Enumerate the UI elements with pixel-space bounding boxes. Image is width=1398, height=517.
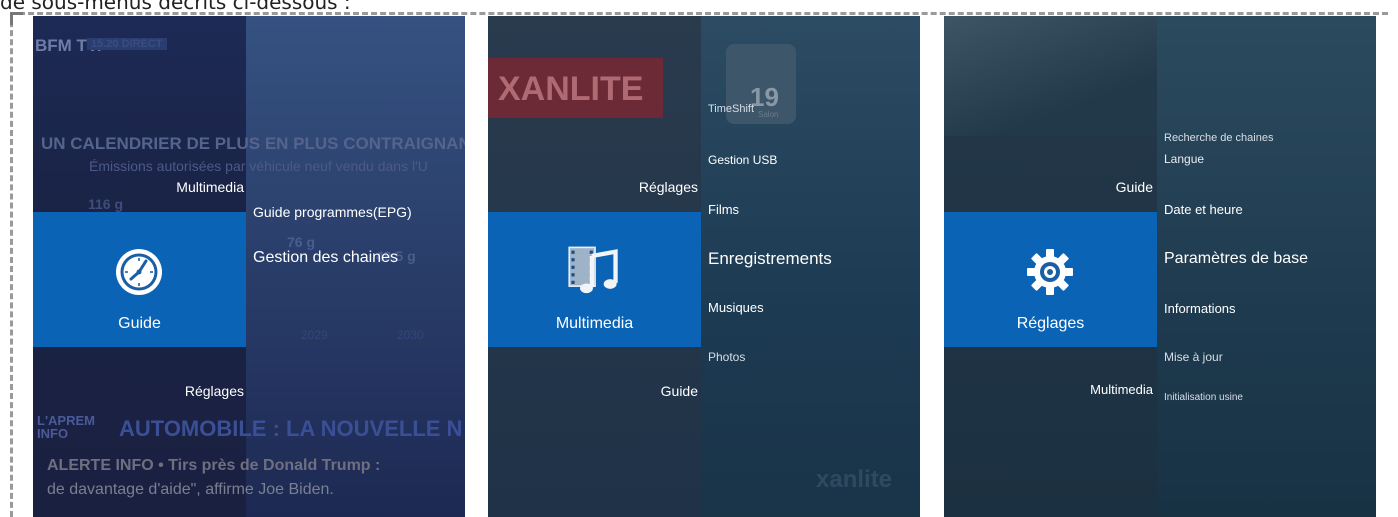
dashed-border-left bbox=[10, 12, 13, 517]
menu-tile-settings[interactable]: Réglages bbox=[944, 212, 1157, 347]
tile-label: Réglages bbox=[1016, 315, 1085, 332]
submenu-item-channels[interactable]: Gestion des chaines bbox=[253, 249, 398, 267]
submenu-item-music[interactable]: Musiques bbox=[708, 300, 764, 315]
submenu-item-recordings[interactable]: Enregistrements bbox=[708, 249, 832, 269]
submenu-item-channel-search[interactable]: Recherche de chaines bbox=[1164, 132, 1273, 144]
submenu-item-photos[interactable]: Photos bbox=[708, 350, 745, 364]
submenu-item-films[interactable]: Films bbox=[708, 202, 739, 217]
screenshot-guide-menu: BFM TV. 15.20 DIRECT UN CALENDRIER DE PL… bbox=[33, 16, 465, 517]
menu-next-label[interactable]: Réglages bbox=[33, 383, 244, 399]
menu-prev-label[interactable]: Multimedia bbox=[33, 179, 244, 195]
border-corner bbox=[10, 12, 23, 25]
submenu-item-timeshift[interactable]: TimeShift bbox=[708, 103, 754, 115]
submenu-item-usb[interactable]: Gestion USB bbox=[708, 153, 777, 167]
menu-next-label[interactable]: Guide bbox=[488, 383, 698, 399]
screenshot-multimedia-menu: XANLITE 19 Salon xanlite Réglages Multim… bbox=[488, 16, 920, 517]
submenu-item-basic-params[interactable]: Paramètres de base bbox=[1164, 250, 1308, 268]
gear-icon bbox=[1027, 249, 1073, 295]
menu-prev-label[interactable]: Réglages bbox=[488, 179, 698, 195]
menu-tile-multimedia[interactable]: Multimedia bbox=[488, 212, 701, 347]
submenu-item-date-time[interactable]: Date et heure bbox=[1164, 202, 1243, 217]
tile-label: Guide bbox=[118, 315, 161, 332]
film-music-icon bbox=[568, 246, 618, 294]
clock-icon bbox=[116, 249, 162, 295]
submenu-item-factory-reset[interactable]: Initialisation usine bbox=[1164, 392, 1243, 403]
menu-next-label[interactable]: Multimedia bbox=[944, 382, 1153, 397]
menu-prev-label[interactable]: Guide bbox=[944, 179, 1153, 195]
screenshot-settings-menu: Guide Réglages Multimedia Recherche de c… bbox=[944, 16, 1376, 517]
menu-tile-guide[interactable]: Guide bbox=[33, 212, 246, 347]
submenu-item-info[interactable]: Informations bbox=[1164, 301, 1236, 316]
submenu-item-update[interactable]: Mise à jour bbox=[1164, 350, 1223, 364]
dashed-border-top bbox=[10, 12, 1388, 15]
submenu-item-epg[interactable]: Guide programmes(EPG) bbox=[253, 204, 412, 220]
submenu-item-language[interactable]: Langue bbox=[1164, 152, 1204, 166]
tile-label: Multimedia bbox=[555, 315, 634, 332]
